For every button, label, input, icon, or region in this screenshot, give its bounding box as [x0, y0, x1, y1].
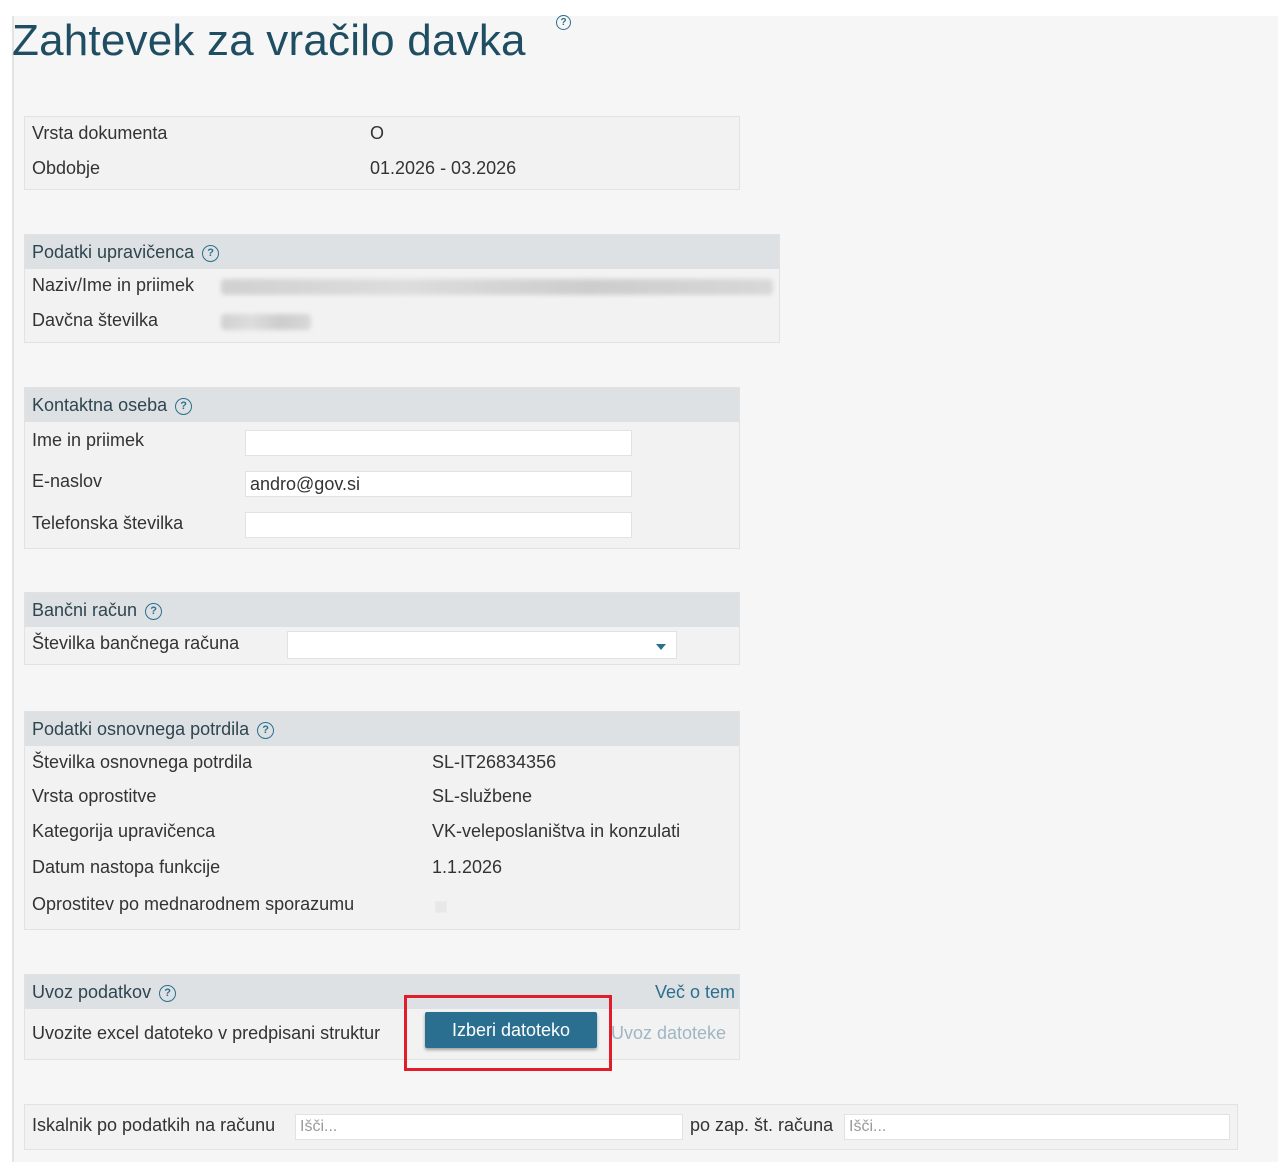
- document-type-value: O: [370, 123, 385, 143]
- certificate-header-label: Podatki osnovnega potrdila: [32, 719, 250, 739]
- beneficiary-tax-redacted: [221, 314, 311, 330]
- bank-account-label: Številka bančnega računa: [32, 633, 240, 653]
- document-type-label: Vrsta dokumenta: [32, 123, 168, 143]
- beneficiary-category-value: VK-veleposlaništva in konzulati: [432, 821, 681, 841]
- beneficiary-name-redacted: [221, 279, 773, 295]
- certificate-number-label: Številka osnovnega potrdila: [32, 752, 253, 772]
- bank-help-icon[interactable]: ?: [145, 602, 163, 620]
- bank-account-select[interactable]: [287, 631, 677, 659]
- function-start-value: 1.1.2026: [432, 857, 503, 877]
- certificate-help-icon[interactable]: ?: [257, 721, 275, 739]
- contact-phone-input[interactable]: [245, 512, 632, 538]
- bank-header: Bančni račun?: [25, 593, 739, 627]
- certificate-header: Podatki osnovnega potrdila?: [25, 712, 739, 746]
- search-invoice-data-input[interactable]: Išči...: [295, 1114, 683, 1140]
- contact-header-label: Kontaktna oseba: [32, 395, 168, 415]
- contact-phone-label: Telefonska številka: [32, 513, 184, 533]
- bank-header-label: Bančni račun: [32, 600, 138, 620]
- beneficiary-category-label: Kategorija upravičenca: [32, 821, 216, 841]
- import-file-link[interactable]: Uvoz datoteke: [611, 1023, 726, 1044]
- international-agreement-checkbox[interactable]: [435, 901, 447, 913]
- period-value: 01.2026 - 03.2026: [370, 158, 517, 178]
- certificate-box: Podatki osnovnega potrdila? Številka osn…: [24, 711, 740, 930]
- document-info-box: Vrsta dokumenta O Obdobje 01.2026 - 03.2…: [24, 116, 740, 190]
- title-help-icon[interactable]: ?: [548, 14, 571, 32]
- chevron-down-icon[interactable]: [656, 644, 666, 650]
- more-info-link[interactable]: Več o tem: [655, 975, 735, 1009]
- international-agreement-label: Oprostitev po mednarodnem sporazumu: [32, 894, 355, 914]
- contact-name-label: Ime in priimek: [32, 430, 145, 450]
- beneficiary-name-label: Naziv/Ime in priimek: [32, 275, 195, 295]
- beneficiary-header: Podatki upravičenca?: [25, 235, 779, 269]
- search-bar: Iskalnik po podatkih na računu Išči... p…: [24, 1104, 1238, 1150]
- page-title: Zahtevek za vračilo davka: [12, 16, 526, 65]
- search-label-invoice-data: Iskalnik po podatkih na računu: [32, 1115, 276, 1135]
- beneficiary-header-label: Podatki upravičenca: [32, 242, 195, 262]
- import-help-icon[interactable]: ?: [159, 984, 177, 1002]
- bank-box: Bančni račun? Številka bančnega računa: [24, 592, 740, 665]
- certificate-number-value: SL-IT26834356: [432, 752, 557, 772]
- highlight-annotation: [404, 995, 612, 1071]
- import-box: Uvoz podatkov? Več o tem Uvozite excel d…: [24, 974, 740, 1060]
- contact-box: Kontaktna oseba? Ime in priimek E-naslov…: [24, 387, 740, 549]
- beneficiary-help-icon[interactable]: ?: [202, 244, 220, 262]
- function-start-label: Datum nastopa funkcije: [32, 857, 221, 877]
- exemption-type-label: Vrsta oprostitve: [32, 786, 157, 806]
- contact-email-input[interactable]: andro@gov.si: [245, 471, 632, 497]
- beneficiary-box: Podatki upravičenca? Naziv/Ime in priime…: [24, 234, 780, 343]
- import-header-label: Uvoz podatkov: [32, 982, 152, 1002]
- search-invoice-number-input[interactable]: Išči...: [844, 1114, 1230, 1140]
- contact-header: Kontaktna oseba?: [25, 388, 739, 422]
- beneficiary-tax-label: Davčna številka: [32, 310, 159, 330]
- contact-help-icon[interactable]: ?: [175, 397, 193, 415]
- import-header: Uvoz podatkov? Več o tem: [25, 975, 739, 1009]
- exemption-type-value: SL-službene: [432, 786, 533, 806]
- search-label-invoice-number: po zap. št. računa: [690, 1115, 834, 1135]
- period-label: Obdobje: [32, 158, 101, 178]
- contact-email-label: E-naslov: [32, 471, 103, 491]
- contact-name-input[interactable]: [245, 430, 632, 456]
- import-instruction: Uvozite excel datoteko v predpisani stru…: [32, 1023, 381, 1043]
